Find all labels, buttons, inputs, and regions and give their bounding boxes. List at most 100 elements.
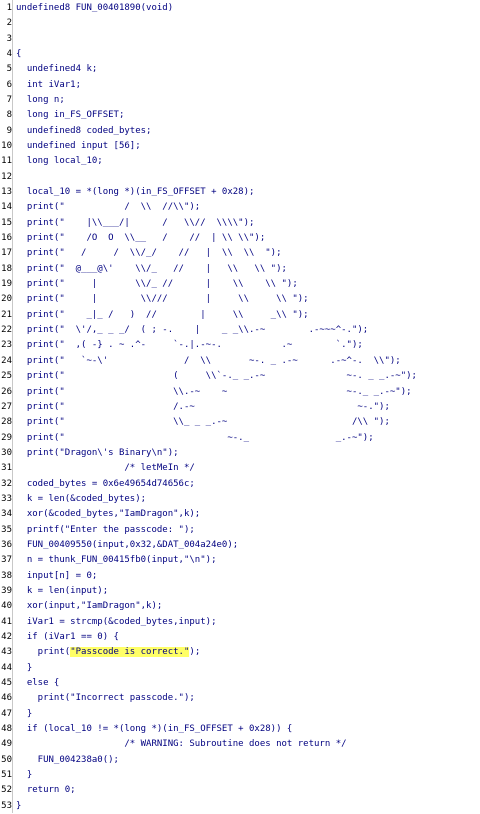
code-line[interactable]: 7 long n; [0, 92, 480, 108]
code-line[interactable]: 51 } [0, 767, 480, 783]
code-line[interactable]: 28 print(" \\_ _ _.-~ /\\ "); [0, 414, 480, 430]
code-text: print(" @___@\' \\/_ // | \\ \\ "); [16, 263, 287, 274]
code-text: print(" | \\/_ // | \\ \\ "); [16, 279, 298, 290]
code-line[interactable]: 46 print("Incorrect passcode."); [0, 690, 480, 706]
line-number: 29 [1, 432, 12, 443]
code-text: xor(&coded_bytes,"IamDragon",k); [16, 509, 201, 520]
line-number: 22 [1, 325, 12, 336]
code-line[interactable]: 1 undefined8 FUN_00401890(void) [0, 0, 480, 16]
line-number: 2 [6, 18, 12, 29]
code-line[interactable]: 20 print(" | \\/// | \\ \\ "); [0, 291, 480, 307]
code-line[interactable]: 27 print(" /.-~ ~-."); [0, 399, 480, 415]
code-line[interactable]: 23 print(" ,( -} . ~ .^- `-.|.-~-. .~ `.… [0, 337, 480, 353]
code-line[interactable]: 3 [0, 31, 480, 47]
code-text: } [16, 708, 33, 719]
code-text: print("Passcode is correct."); [16, 647, 201, 658]
code-line[interactable]: 8 long in_FS_OFFSET; [0, 107, 480, 123]
code-text: } [16, 770, 33, 780]
line-number: 16 [1, 233, 12, 244]
line-number: 10 [1, 141, 12, 152]
code-line[interactable]: 10 undefined input [56]; [0, 138, 480, 154]
code-text: print(" \'/,_ _ _/ ( ; -. | _ _\\.-~ .-~… [16, 325, 369, 336]
code-text: { [16, 49, 22, 60]
code-text: /* WARNING: Subroutine does not return *… [16, 739, 347, 750]
code-line[interactable]: 24 print(" `~-\' / \\ ~-. _ .-~ .-~^-. \… [0, 353, 480, 369]
line-number: 45 [1, 677, 12, 688]
line-number: 21 [1, 309, 12, 320]
line-number: 33 [1, 493, 12, 504]
code-line[interactable]: 40 xor(input,"IamDragon",k); [0, 598, 480, 614]
line-number: 50 [1, 754, 12, 765]
code-line[interactable]: 37 n = thunk_FUN_00415fb0(input,"\n"); [0, 552, 480, 568]
code-line[interactable]: 29 print(" ~-._ _.-~"); [0, 430, 480, 446]
code-line[interactable]: 12 [0, 169, 480, 185]
code-text: print(" \\.-~ ~ ~-._ _.-~"); [16, 386, 412, 397]
code-line[interactable]: 38 input[n] = 0; [0, 568, 480, 584]
code-line[interactable]: 22 print(" \'/,_ _ _/ ( ; -. | _ _\\.-~ … [0, 322, 480, 338]
code-line[interactable]: 35 printf("Enter the passcode: "); [0, 522, 480, 538]
line-number: 44 [1, 662, 12, 673]
code-line[interactable]: 16 print(" /O O \\__ / // | \\ \\"); [0, 230, 480, 246]
code-text: print(" ~-._ _.-~"); [16, 432, 374, 443]
code-line[interactable]: 14 print(" / \\ //\\"); [0, 199, 480, 215]
code-line[interactable]: 4{ [0, 46, 480, 62]
highlighted-string: "Passcode is correct." [70, 647, 190, 658]
code-text: int iVar1; [16, 79, 82, 90]
line-number: 36 [1, 539, 12, 550]
code-line[interactable]: 36 FUN_00409550(input,0x32,&DAT_004a24e0… [0, 537, 480, 553]
code-line[interactable]: 50 FUN_004238a0(); [0, 752, 480, 768]
line-number: 28 [1, 417, 12, 428]
code-text: n = thunk_FUN_00415fb0(input,"\n"); [16, 555, 217, 566]
code-line[interactable]: 53} [0, 798, 480, 814]
line-number: 5 [6, 64, 12, 75]
code-line[interactable]: 43 print("Passcode is correct."); [0, 644, 480, 660]
code-line[interactable]: 39 k = len(input); [0, 583, 480, 599]
line-number: 9 [6, 125, 12, 136]
code-line[interactable]: 47 } [0, 706, 480, 722]
line-number: 39 [1, 585, 12, 596]
code-line[interactable]: 5 undefined4 k; [0, 61, 480, 77]
code-line[interactable]: 15 print(" |\\___/| / \\// \\\\"); [0, 215, 480, 231]
code-text: print(" /O O \\__ / // | \\ \\"); [16, 233, 266, 244]
code-line[interactable]: 44 } [0, 660, 480, 676]
line-number: 8 [6, 110, 12, 121]
code-line[interactable]: 45 else { [0, 675, 480, 691]
code-line[interactable]: 6 int iVar1; [0, 77, 480, 93]
code-line[interactable]: 19 print(" | \\/_ // | \\ \\ "); [0, 276, 480, 292]
code-line[interactable]: 21 print(" _|_ / ) // | \\ _\\ "); [0, 307, 480, 323]
code-text: } [16, 662, 33, 673]
code-line[interactable]: 52 return 0; [0, 782, 480, 798]
code-line[interactable]: 30 print("Dragon\'s Binary\n"); [0, 445, 480, 461]
code-text: iVar1 = strcmp(&coded_bytes,input); [16, 616, 217, 627]
code-line[interactable]: 11 long local_10; [0, 153, 480, 169]
code-text: print(" |\\___/| / \\// \\\\"); [16, 217, 255, 228]
code-line[interactable]: 13 local_10 = *(long *)(in_FS_OFFSET + 0… [0, 184, 480, 200]
code-line[interactable]: 31 /* letMeIn */ [0, 460, 480, 476]
code-line[interactable]: 49 /* WARNING: Subroutine does not retur… [0, 736, 480, 752]
code-line[interactable]: 2 [0, 15, 480, 31]
line-number: 37 [1, 555, 12, 566]
code-text: long in_FS_OFFSET; [16, 110, 125, 121]
code-line[interactable]: 34 xor(&coded_bytes,"IamDragon",k); [0, 506, 480, 522]
code-line[interactable]: 18 print(" @___@\' \\/_ // | \\ \\ "); [0, 261, 480, 277]
line-number: 35 [1, 524, 12, 535]
code-line[interactable]: 32 coded_bytes = 0x6e49654d74656c; [0, 476, 480, 492]
code-text: local_10 = *(long *)(in_FS_OFFSET + 0x28… [16, 187, 255, 198]
code-line[interactable]: 48 if (local_10 != *(long *)(in_FS_OFFSE… [0, 721, 480, 737]
code-line[interactable]: 41 iVar1 = strcmp(&coded_bytes,input); [0, 614, 480, 630]
line-number: 49 [1, 739, 12, 750]
line-number: 17 [1, 248, 12, 259]
code-text: print(" / \\ //\\"); [16, 202, 201, 213]
code-line[interactable]: 33 k = len(&coded_bytes); [0, 491, 480, 507]
code-line[interactable]: 26 print(" \\.-~ ~ ~-._ _.-~"); [0, 384, 480, 400]
code-line[interactable]: 17 print(" / / \\/_/ // | \\ \\ "); [0, 245, 480, 261]
code-line[interactable]: 42 if (iVar1 == 0) { [0, 629, 480, 645]
code-line[interactable]: 9 undefined8 coded_bytes; [0, 123, 480, 139]
line-number: 15 [1, 217, 12, 228]
code-line[interactable]: 25 print(" ( \\`-._ _.-~ ~-. _ _.-~"); [0, 368, 480, 384]
line-number: 1 [6, 3, 12, 13]
code-text: undefined8 coded_bytes; [16, 125, 152, 136]
line-number: 34 [1, 509, 12, 520]
decompiler-code-view[interactable]: 1 undefined8 FUN_00401890(void) 2 3 4{5 unde… [0, 0, 480, 813]
line-number: 11 [1, 156, 12, 167]
